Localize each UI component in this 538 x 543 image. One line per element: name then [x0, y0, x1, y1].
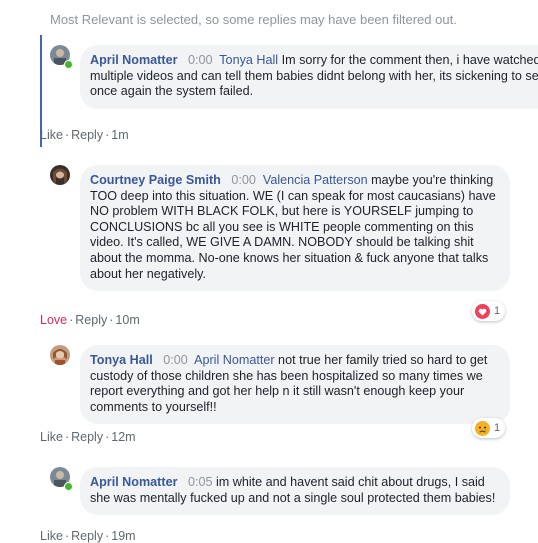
- reply-link[interactable]: Reply: [71, 128, 103, 142]
- comment-actions: Like · Reply · 1m: [40, 128, 129, 142]
- comment-actions: Love · Reply · 10m: [40, 313, 140, 327]
- comment-bubble: Tonya Hall 0:00 April Nomatter not true …: [80, 345, 510, 425]
- like-link[interactable]: Like: [40, 529, 63, 543]
- video-timestamp[interactable]: 0:00: [188, 53, 213, 67]
- avatar[interactable]: [50, 165, 70, 185]
- comment-age[interactable]: 19m: [111, 529, 135, 543]
- comment-age[interactable]: 1m: [111, 128, 128, 142]
- video-timestamp[interactable]: 0:00: [163, 353, 188, 367]
- comment-author[interactable]: Courtney Paige Smith: [90, 173, 221, 187]
- comment-age[interactable]: 10m: [115, 313, 139, 327]
- avatar[interactable]: [50, 345, 70, 365]
- love-reaction-icon: [475, 303, 490, 319]
- comment-actions: Like · Reply · 19m: [40, 529, 136, 543]
- reaction-summary[interactable]: 1: [472, 418, 506, 438]
- love-link[interactable]: Love: [40, 313, 67, 327]
- comment-text: maybe you're thinking TOO deep into this…: [90, 173, 496, 281]
- video-timestamp[interactable]: 0:00: [231, 173, 256, 187]
- like-link[interactable]: Like: [40, 128, 63, 142]
- comment-bubble: April Nomatter 0:00 Tonya Hall Im sorry …: [80, 45, 538, 109]
- online-status-icon: [64, 60, 73, 69]
- comment-author[interactable]: Tonya Hall: [90, 353, 153, 367]
- sad-reaction-icon: [475, 420, 490, 436]
- comment-author[interactable]: April Nomatter: [90, 475, 177, 489]
- filter-notice: Most Relevant is selected, so some repli…: [50, 12, 457, 27]
- like-link[interactable]: Like: [40, 430, 63, 444]
- comment-actions: Like · Reply · 12m: [40, 430, 136, 444]
- reaction-count: 1: [494, 422, 501, 434]
- comment-author[interactable]: April Nomatter: [90, 53, 177, 67]
- reaction-count: 1: [494, 305, 501, 317]
- comment-bubble: April Nomatter 0:05 im white and havent …: [80, 467, 510, 516]
- mention-link[interactable]: April Nomatter: [194, 353, 274, 367]
- reply-link[interactable]: Reply: [75, 313, 107, 327]
- video-timestamp[interactable]: 0:05: [188, 475, 213, 489]
- mention-link[interactable]: Tonya Hall: [219, 53, 278, 67]
- comment-bubble: Courtney Paige Smith 0:00 Valencia Patte…: [80, 165, 510, 292]
- online-status-icon: [64, 482, 73, 491]
- reply-link[interactable]: Reply: [71, 430, 103, 444]
- mention-link[interactable]: Valencia Patterson: [263, 173, 368, 187]
- reaction-summary[interactable]: 1: [472, 301, 506, 321]
- reply-link[interactable]: Reply: [71, 529, 103, 543]
- comment-age[interactable]: 12m: [111, 430, 135, 444]
